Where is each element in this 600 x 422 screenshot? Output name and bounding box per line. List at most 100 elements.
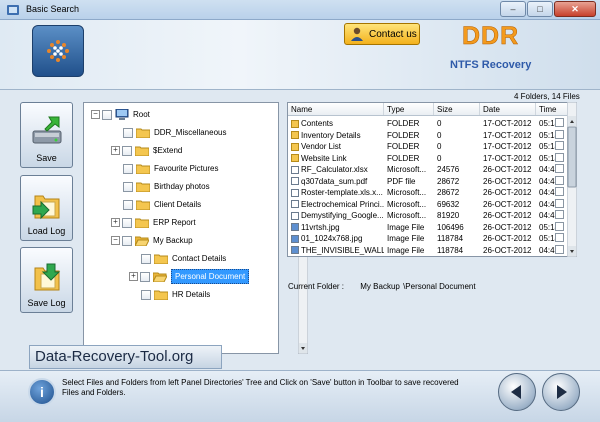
row-checkbox[interactable] bbox=[555, 210, 564, 219]
table-row[interactable]: q307data_sum.pdf PDF file 28672 26-OCT-2012… bbox=[288, 176, 576, 188]
file-date-cell: 17-OCT-2012 bbox=[483, 142, 532, 152]
current-folder-path: My Backup bbox=[360, 282, 400, 291]
tree-item-hr-details[interactable]: HR Details bbox=[141, 286, 210, 303]
file-list-scrollbar[interactable] bbox=[567, 102, 577, 257]
row-checkbox[interactable] bbox=[555, 198, 564, 208]
column-type[interactable]: Type bbox=[384, 103, 434, 115]
row-checkbox[interactable] bbox=[555, 221, 564, 231]
tree-item-extend[interactable]: + $Extend bbox=[111, 142, 182, 159]
person-icon bbox=[351, 27, 363, 41]
tree-item-my-backup[interactable]: − My Backup bbox=[111, 232, 193, 249]
file-name-cell: 01_1024x768.jpg bbox=[288, 234, 384, 243]
table-row[interactable]: Electrochemical Princi... Microsoft... 696… bbox=[288, 199, 576, 211]
file-size-cell: 106496 bbox=[437, 222, 464, 232]
table-row[interactable]: Roster-template.xls.x... Microsoft... 2867… bbox=[288, 187, 576, 199]
tree-checkbox[interactable] bbox=[140, 271, 150, 282]
file-date-cell: 26-OCT-2012 bbox=[483, 165, 532, 175]
tree-checkbox[interactable] bbox=[122, 235, 132, 246]
folder-icon bbox=[291, 154, 299, 163]
table-row[interactable]: RF_Calculator.xlsx Microsoft... 24576 26-OC… bbox=[288, 164, 576, 176]
file-type-cell: Image File bbox=[387, 222, 425, 232]
table-row[interactable]: 11vrtsh.jpg Image File 106496 26-OCT-2012 05… bbox=[288, 222, 576, 234]
minimize-button[interactable]: – bbox=[500, 1, 526, 17]
row-checkbox[interactable] bbox=[555, 152, 564, 162]
tree-checkbox[interactable] bbox=[102, 109, 112, 120]
tree-label: Favourite Pictures bbox=[154, 164, 219, 173]
row-checkbox[interactable] bbox=[555, 164, 564, 173]
file-name-cell: RF_Calculator.xlsx bbox=[288, 165, 384, 174]
file-date-cell: 26-OCT-2012 bbox=[483, 199, 532, 209]
tree-item-ddr-miscellaneous[interactable]: DDR_Miscellaneous bbox=[123, 124, 226, 141]
tree-item-erp-report[interactable]: + ERP Report bbox=[111, 214, 196, 231]
tree-root[interactable]: − Root bbox=[91, 106, 150, 123]
file-list[interactable]: Name Type Size Date Time Contents FOLDER 0… bbox=[287, 102, 577, 257]
tree-label: My Backup bbox=[153, 236, 193, 245]
tree-item-birthday-photos[interactable]: Birthday photos bbox=[123, 178, 210, 195]
expand-icon[interactable]: + bbox=[111, 218, 120, 227]
table-row[interactable]: 01_1024x768.jpg Image File 118784 26-OCT-20… bbox=[288, 233, 576, 245]
load-log-button[interactable]: Load Log bbox=[20, 175, 73, 241]
file-name-cell: Website Link bbox=[288, 154, 384, 163]
tree-item-favourite-pictures[interactable]: Favourite Pictures bbox=[123, 160, 218, 177]
tree-checkbox[interactable] bbox=[141, 253, 151, 264]
save-log-button[interactable]: Save Log bbox=[20, 247, 73, 313]
column-time[interactable]: Time bbox=[536, 103, 568, 115]
column-date[interactable]: Date bbox=[480, 103, 536, 115]
expand-icon[interactable]: + bbox=[129, 272, 138, 281]
next-button[interactable] bbox=[542, 373, 580, 411]
file-type-cell: PDF file bbox=[387, 176, 416, 186]
file-name: q307data_sum.pdf bbox=[301, 176, 368, 186]
file-date-cell: 17-OCT-2012 bbox=[483, 119, 532, 129]
collapse-icon[interactable]: − bbox=[111, 236, 120, 245]
folder-icon bbox=[135, 146, 149, 156]
table-row[interactable]: Vendor List FOLDER 0 17-OCT-2012 05:14: bbox=[288, 141, 576, 153]
row-checkbox[interactable] bbox=[555, 233, 564, 242]
collapse-icon[interactable]: − bbox=[91, 110, 100, 119]
tree-item-contact-details[interactable]: Contact Details bbox=[141, 250, 226, 267]
tree-checkbox[interactable] bbox=[123, 181, 133, 192]
file-type-cell: FOLDER bbox=[387, 130, 420, 140]
row-checkbox[interactable] bbox=[555, 244, 564, 254]
column-size[interactable]: Size bbox=[434, 103, 480, 115]
app-icon bbox=[7, 5, 19, 15]
expand-icon[interactable]: + bbox=[111, 146, 120, 155]
tree-label: Client Details bbox=[154, 200, 202, 209]
file-name-cell: q307data_sum.pdf bbox=[288, 177, 384, 186]
contact-us-button[interactable]: Contact us bbox=[344, 23, 420, 45]
file-type-cell: FOLDER bbox=[387, 153, 420, 163]
table-row[interactable]: THE_INVISIBLE_WALL... Image File 118784 26-… bbox=[288, 245, 576, 257]
file-name: Electrochemical Princi... bbox=[301, 199, 384, 209]
tree-item-personal-document[interactable]: + Personal Document bbox=[129, 268, 250, 285]
file-size-cell: 0 bbox=[437, 153, 442, 163]
maximize-button[interactable]: □ bbox=[527, 1, 553, 17]
file-name-cell: Inventory Details bbox=[288, 131, 384, 140]
file-size-cell: 0 bbox=[437, 142, 442, 152]
tree-checkbox[interactable] bbox=[123, 163, 133, 174]
save-log-label: Save Log bbox=[27, 298, 66, 308]
tree-checkbox[interactable] bbox=[122, 145, 132, 156]
table-row[interactable]: Demystifying_Google... Microsoft... 81920 2… bbox=[288, 210, 576, 222]
back-button[interactable] bbox=[498, 373, 536, 411]
tree-checkbox[interactable] bbox=[123, 127, 133, 138]
tree-checkbox[interactable] bbox=[122, 217, 132, 228]
table-row[interactable]: Contents FOLDER 0 17-OCT-2012 05:14: bbox=[288, 118, 576, 130]
file-date-cell: 26-OCT-2012 bbox=[483, 222, 532, 232]
tree-checkbox[interactable] bbox=[123, 199, 133, 210]
tree-item-client-details[interactable]: Client Details bbox=[123, 196, 201, 213]
tree-label: Contact Details bbox=[172, 254, 227, 263]
row-checkbox[interactable] bbox=[555, 175, 564, 185]
row-checkbox[interactable] bbox=[555, 141, 564, 150]
column-name[interactable]: Name bbox=[288, 103, 384, 115]
close-icon: ✕ bbox=[571, 3, 579, 14]
row-checkbox[interactable] bbox=[555, 187, 564, 196]
close-button[interactable]: ✕ bbox=[554, 1, 596, 17]
file-type-cell: Microsoft... bbox=[387, 165, 427, 175]
tree-checkbox[interactable] bbox=[141, 289, 151, 300]
table-row[interactable]: Website Link FOLDER 0 17-OCT-2012 05:14: bbox=[288, 153, 576, 165]
save-button[interactable]: Save bbox=[20, 102, 73, 168]
window-controls: – □ ✕ bbox=[499, 1, 596, 17]
row-checkbox[interactable] bbox=[555, 129, 564, 139]
file-size-cell: 69632 bbox=[437, 199, 460, 209]
table-row[interactable]: Inventory Details FOLDER 0 17-OCT-2012 05:14… bbox=[288, 130, 576, 142]
row-checkbox[interactable] bbox=[555, 118, 564, 127]
